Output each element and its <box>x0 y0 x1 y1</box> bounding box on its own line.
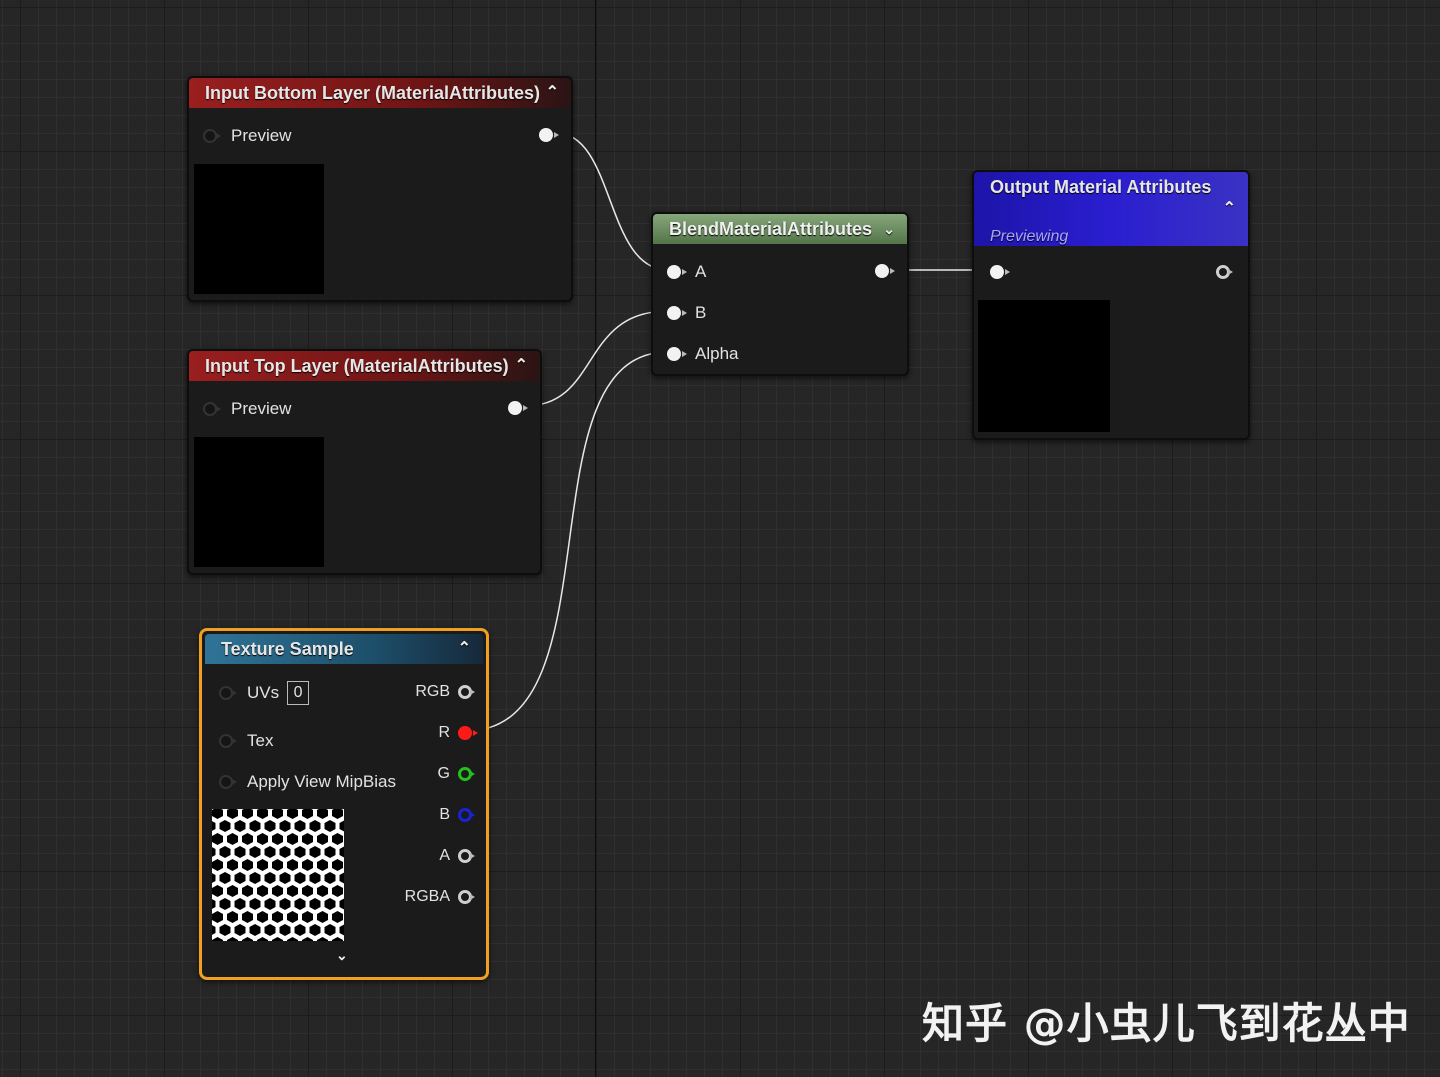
node-title: Input Bottom Layer (MaterialAttributes) <box>205 83 541 103</box>
advanced-expand-chevron-icon[interactable]: ⌄ <box>336 947 348 964</box>
watermark: 知乎 @小虫儿飞到花丛中 <box>922 999 1411 1048</box>
node-title: Input Top Layer (MaterialAttributes) <box>205 356 509 376</box>
rgb-output-pin[interactable] <box>458 685 475 699</box>
rgb-label: RGB <box>415 683 450 700</box>
uvs-label: UVs <box>247 683 280 702</box>
input-b-row[interactable]: B <box>667 303 706 323</box>
b-output-row[interactable]: B <box>439 806 475 824</box>
preview-input-pin[interactable] <box>203 402 221 416</box>
uvs-input-pin[interactable] <box>219 686 237 700</box>
g-label: G <box>437 765 450 782</box>
blend-material-attributes-node[interactable]: BlendMaterialAttributes ⌄ A B Alpha <box>651 212 909 376</box>
output-pin[interactable] <box>1216 265 1233 279</box>
r-output-row[interactable]: R <box>438 724 478 742</box>
preview-pin-row[interactable]: Preview <box>203 399 291 419</box>
collapse-chevron-icon[interactable]: ⌃ <box>546 78 559 108</box>
uv-index-field[interactable]: 0 <box>287 681 310 705</box>
rgba-label: RGBA <box>404 888 450 905</box>
g-output-row[interactable]: G <box>437 765 475 783</box>
expand-chevron-icon[interactable]: ⌄ <box>883 214 895 244</box>
input-a-row[interactable]: A <box>667 262 706 282</box>
input-alpha-row[interactable]: Alpha <box>667 344 738 364</box>
preview-label: Preview <box>231 399 292 418</box>
input-alpha-label: Alpha <box>695 344 739 363</box>
uvs-input-row[interactable]: UVs 0 <box>219 681 310 705</box>
r-output-pin[interactable] <box>458 726 478 740</box>
a-label: A <box>439 847 450 864</box>
output-pin[interactable] <box>508 401 528 415</box>
node-title: Output Material Attributes <box>990 177 1212 197</box>
mipbias-input-pin[interactable] <box>219 775 237 789</box>
output-material-attributes-node[interactable]: Output Material Attributes ⌃ Previewing <box>972 170 1250 440</box>
collapse-chevron-icon[interactable]: ⌃ <box>458 634 471 664</box>
preview-pin-row[interactable]: Preview <box>203 126 291 146</box>
a-output-row[interactable]: A <box>439 847 475 865</box>
input-pin[interactable] <box>990 265 1010 279</box>
a-output-pin[interactable] <box>458 849 475 863</box>
collapse-chevron-icon[interactable]: ⌃ <box>1223 194 1236 224</box>
preview-label: Preview <box>231 126 292 145</box>
output-pin[interactable] <box>875 264 895 278</box>
node-header[interactable]: BlendMaterialAttributes ⌄ <box>653 214 907 244</box>
wire-top-to-b <box>524 310 669 407</box>
grid-origin-line <box>595 0 596 1077</box>
input-b-label: B <box>695 303 707 322</box>
output-pin[interactable] <box>539 128 559 142</box>
mipbias-label: Apply View MipBias <box>247 772 396 791</box>
node-header[interactable]: Texture Sample ⌃ <box>205 634 483 664</box>
preview-thumbnail <box>194 164 324 294</box>
input-alpha-pin[interactable] <box>667 347 687 361</box>
input-top-layer-node[interactable]: Input Top Layer (MaterialAttributes) ⌃ P… <box>187 349 542 575</box>
b-label: B <box>439 806 450 823</box>
previewing-label: Previewing <box>990 228 1069 245</box>
input-bottom-layer-node[interactable]: Input Bottom Layer (MaterialAttributes) … <box>187 76 573 302</box>
rgb-output-row[interactable]: RGB <box>415 683 475 701</box>
node-title: Texture Sample <box>221 639 354 659</box>
preview-thumbnail <box>194 437 324 567</box>
rgba-output-pin[interactable] <box>458 890 475 904</box>
node-title: BlendMaterialAttributes <box>669 219 873 239</box>
g-output-pin[interactable] <box>458 767 475 781</box>
tex-input-pin[interactable] <box>219 734 237 748</box>
input-b-pin[interactable] <box>667 306 687 320</box>
tex-input-row[interactable]: Tex <box>219 731 273 751</box>
input-a-pin[interactable] <box>667 265 687 279</box>
preview-input-pin[interactable] <box>203 129 221 143</box>
tex-label: Tex <box>247 731 274 750</box>
node-header[interactable]: Output Material Attributes ⌃ Previewing <box>974 172 1248 246</box>
texture-sample-node[interactable]: Texture Sample ⌃ UVs 0 Tex Apply View Mi… <box>199 628 489 980</box>
node-header[interactable]: Input Bottom Layer (MaterialAttributes) … <box>189 78 571 108</box>
r-label: R <box>438 724 450 741</box>
node-header[interactable]: Input Top Layer (MaterialAttributes) ⌃ <box>189 351 540 381</box>
b-output-pin[interactable] <box>458 808 475 822</box>
preview-thumbnail <box>978 300 1110 432</box>
mipbias-input-row[interactable]: Apply View MipBias <box>219 772 396 792</box>
collapse-chevron-icon[interactable]: ⌃ <box>515 351 528 381</box>
rgba-output-row[interactable]: RGBA <box>404 888 475 906</box>
texture-preview-hexagon <box>212 809 344 941</box>
input-a-label: A <box>695 262 707 281</box>
